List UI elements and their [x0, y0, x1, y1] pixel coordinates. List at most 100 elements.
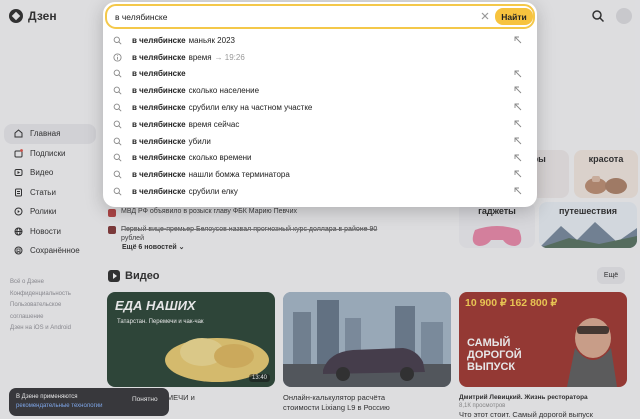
video-card[interactable]: Онлайн-калькулятор расчёта стоимости Lix…: [283, 292, 451, 419]
search-icon: [113, 154, 122, 163]
city-car-image: [283, 292, 451, 387]
fill-query-arrow-icon[interactable]: [514, 187, 522, 195]
suggestion-query: в челябинске: [132, 69, 186, 79]
link-terms-2[interactable]: соглашение: [10, 312, 71, 324]
logo[interactable]: Дзен: [9, 9, 57, 23]
news-title: Первый вице-премьер Белоусов назвал прог…: [121, 225, 377, 243]
fill-query-arrow-icon[interactable]: [514, 36, 522, 44]
suggestion-item[interactable]: в челябинске маньяк 2023: [113, 32, 523, 49]
suggestion-item[interactable]: в челябинске: [113, 66, 523, 83]
suggestion-query: в челябинске: [132, 187, 186, 197]
section-title-text: Видео: [125, 270, 160, 282]
link-about[interactable]: Всё о Дзене: [10, 277, 71, 289]
home-icon: [14, 129, 23, 138]
saved-icon: [14, 246, 23, 255]
sidebar: Главная Подписки Видео Статьи Ролики Нов…: [0, 124, 100, 261]
sidebar-item-label: Главная: [30, 129, 61, 139]
avatar[interactable]: [616, 8, 632, 24]
suggestion-item[interactable]: в челябинске сколько население: [113, 82, 523, 99]
more-news-link[interactable]: Ещё 6 новостей ⌄: [122, 243, 185, 251]
fill-query-arrow-icon[interactable]: [514, 170, 522, 178]
suggestion-query: в челябинске: [132, 119, 186, 129]
suggestion-query: в челябинске: [132, 52, 186, 62]
fill-query-arrow-icon[interactable]: [514, 86, 522, 94]
person-image: [567, 318, 617, 387]
suggestion-item[interactable]: в челябинске нашли бомжа терминатора: [113, 166, 523, 183]
sidebar-item-saved[interactable]: Сохранённое: [4, 241, 96, 261]
sidebar-item-subscriptions[interactable]: Подписки: [4, 144, 96, 164]
fill-query-arrow-icon[interactable]: [514, 137, 522, 145]
sidebar-item-label: Видео: [30, 168, 54, 178]
news-item[interactable]: Первый вице-премьер Белоусов назвал прог…: [108, 225, 398, 243]
suggestion-completion: сколько времени: [188, 153, 252, 163]
thumbnail-title: 10 900 ₽ 162 800 ₽: [465, 297, 558, 309]
suggestion-query: в челябинске: [132, 35, 186, 45]
suggestion-item[interactable]: в челябинске время → 19:26: [113, 49, 523, 66]
fill-query-arrow-icon[interactable]: [514, 154, 522, 162]
video-title-line: Онлайн-калькулятор расчёта: [283, 393, 386, 402]
search-icon: [113, 36, 122, 45]
cookie-notice: В Дзене применяются рекомендательные тех…: [9, 388, 169, 416]
sidebar-item-video[interactable]: Видео: [4, 163, 96, 183]
sidebar-item-news[interactable]: Новости: [4, 222, 96, 242]
suggestion-time: → 19:26: [214, 52, 245, 62]
suggestion-item[interactable]: в челябинске убили: [113, 133, 523, 150]
info-icon: [113, 53, 122, 62]
mountains-image: [539, 222, 637, 248]
suggestion-completion: сколько население: [188, 86, 260, 96]
clear-icon[interactable]: [479, 10, 491, 22]
news-title-line: Первый вице-премьер Белоусов назвал прог…: [121, 226, 378, 233]
clips-icon: [14, 207, 23, 216]
search-icon: [113, 137, 122, 146]
suggestion-completion: маньяк 2023: [188, 35, 235, 45]
dzen-logo-icon: [9, 9, 23, 23]
video-thumbnail: [283, 292, 451, 387]
search-input[interactable]: [115, 10, 465, 24]
sidebar-item-clips[interactable]: Ролики: [4, 202, 96, 222]
suggestion-completion: срубили елку: [188, 187, 238, 197]
video-icon: [14, 169, 23, 177]
search-icon[interactable]: [591, 9, 605, 23]
sidebar-item-label: Ролики: [30, 207, 57, 217]
search-icon: [113, 86, 122, 95]
category-tile-beauty[interactable]: красота: [574, 150, 638, 198]
tile-label: гаджеты: [478, 206, 516, 216]
find-button[interactable]: Найти: [495, 8, 533, 25]
sidebar-item-label: Сохранённое: [30, 246, 80, 256]
video-section-title: Видео: [108, 270, 160, 282]
sidebar-item-label: Новости: [30, 226, 61, 236]
beauty-image: [585, 176, 627, 194]
footer-links: Всё о Дзене Конфиденциальность Пользоват…: [10, 277, 71, 335]
fill-query-arrow-icon[interactable]: [514, 120, 522, 128]
sidebar-item-home[interactable]: Главная: [4, 124, 96, 144]
search-icon: [113, 187, 122, 196]
suggestion-item[interactable]: в челябинске срубили елку: [113, 183, 523, 200]
video-thumbnail: 10 900 ₽ 162 800 ₽ САМЫЙ ДОРОГОЙ ВЫПУСК: [459, 292, 627, 387]
gamepad-image: [472, 226, 522, 246]
sidebar-item-articles[interactable]: Статьи: [4, 183, 96, 203]
suggestion-item[interactable]: в челябинске срубили елку на частном учас…: [113, 99, 523, 116]
more-news-label: Ещё 6 новостей: [122, 244, 177, 251]
link-apps[interactable]: Дзен на iOS и Android: [10, 323, 71, 335]
video-title: Что этот стоит. Самый дорогой выпуск: [459, 410, 593, 419]
category-tile-gadgets[interactable]: гаджеты: [459, 202, 535, 248]
suggestion-query: в челябинске: [132, 153, 186, 163]
tile-label: путешествия: [558, 206, 618, 216]
accept-button[interactable]: Понятно: [132, 396, 158, 405]
fill-query-arrow-icon[interactable]: [514, 70, 522, 78]
more-videos-button[interactable]: Ещё: [597, 267, 625, 284]
logo-text: Дзен: [28, 9, 57, 23]
news-item[interactable]: МВД РФ объявило в розыск главу ФБК Марию…: [108, 208, 297, 217]
category-tile-travel[interactable]: путешествия: [539, 202, 637, 248]
suggestion-completion: время сейчас: [188, 119, 240, 129]
chevron-down-icon: ⌄: [178, 244, 185, 251]
video-card[interactable]: 10 900 ₽ 162 800 ₽ САМЫЙ ДОРОГОЙ ВЫПУСК …: [459, 292, 627, 419]
suggestion-completion: нашли бомжа терминатора: [188, 170, 290, 180]
video-views: 8,1К просмотров: [459, 403, 506, 409]
suggestion-item[interactable]: в челябинске время сейчас: [113, 116, 523, 133]
suggestion-item[interactable]: в челябинске сколько времени: [113, 150, 523, 167]
suggestion-query: в челябинске: [132, 86, 186, 96]
link-terms[interactable]: Пользовательское: [10, 300, 71, 312]
link-privacy[interactable]: Конфиденциальность: [10, 289, 71, 301]
fill-query-arrow-icon[interactable]: [514, 103, 522, 111]
